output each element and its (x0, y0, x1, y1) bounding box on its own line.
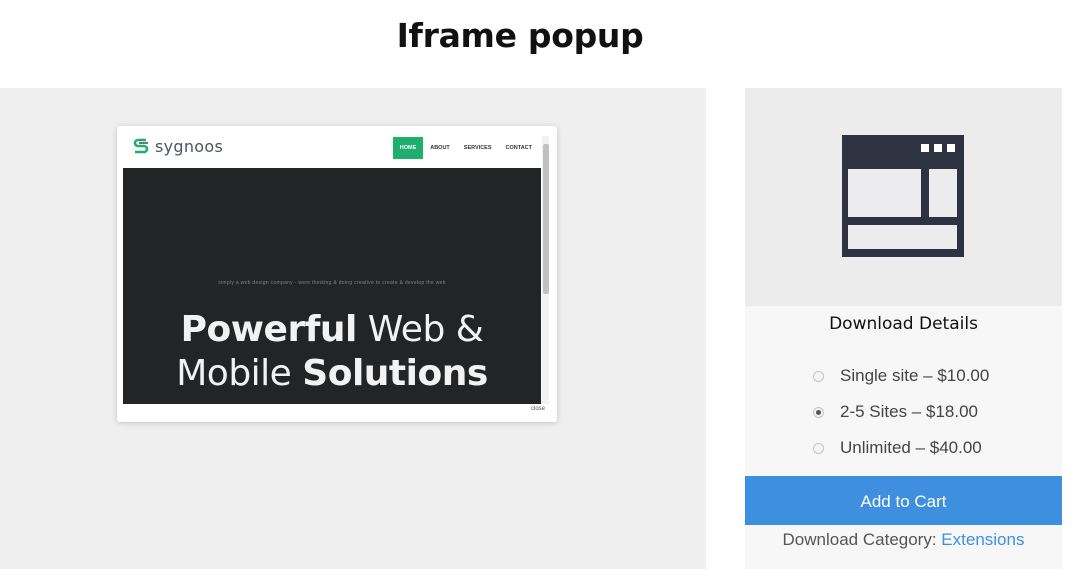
hero-bold-word-2: Solutions (302, 353, 488, 394)
price-options: Single site – $10.00 2-5 Sites – $18.00 … (813, 358, 989, 466)
browser-window-icon (842, 135, 964, 257)
sygnoos-logo-icon (133, 138, 149, 154)
hero-tagline: simply a web design company - were think… (218, 280, 446, 286)
nav-item-about[interactable]: ABOUT (423, 137, 457, 159)
site-logo[interactable]: sygnoos (131, 136, 223, 156)
download-category: Download Category: Extensions (745, 530, 1062, 550)
download-details-heading: Download Details (829, 314, 978, 334)
option-label: Single site – $10.00 (840, 366, 990, 385)
download-sidebar: Download Details Single site – $10.00 2-… (745, 88, 1062, 569)
price-option-unlimited[interactable]: Unlimited – $40.00 (813, 430, 989, 466)
hero-text-1: Web & (356, 309, 484, 350)
page-title: Iframe popup (396, 16, 644, 55)
price-option-single-site[interactable]: Single site – $10.00 (813, 358, 989, 394)
logo-text: sygnoos (155, 136, 224, 156)
scrollbar-thumb[interactable] (543, 144, 549, 294)
price-option-2-5-sites[interactable]: 2-5 Sites – $18.00 (813, 394, 989, 430)
close-link[interactable]: close (531, 406, 545, 412)
hero-heading-line-2: Mobile Solutions (123, 352, 541, 396)
option-label: 2-5 Sites – $18.00 (840, 402, 978, 421)
add-to-cart-button[interactable]: Add to Cart (745, 476, 1062, 525)
radio-unlimited[interactable] (813, 442, 824, 454)
hero-heading-line-1: Powerful Web & (123, 308, 541, 352)
site-nav: HOME ABOUT SERVICES CONTACT (392, 137, 539, 159)
hero-banner: simply a web design company - were think… (123, 168, 541, 404)
category-link-extensions[interactable]: Extensions (941, 530, 1024, 549)
nav-item-home[interactable]: HOME (392, 137, 424, 159)
option-label: Unlimited – $40.00 (840, 438, 982, 457)
nav-item-services[interactable]: SERVICES (457, 137, 499, 159)
popup-footer: close (123, 404, 549, 422)
download-category-label: Download Category: (782, 530, 942, 549)
nav-item-contact[interactable]: CONTACT (499, 137, 539, 159)
radio-single-site[interactable] (813, 370, 824, 382)
hero-text-2: Mobile (176, 353, 303, 394)
site-header: sygnoos HOME ABOUT SERVICES CONTACT (123, 126, 541, 168)
hero-bold-word-1: Powerful (180, 309, 358, 350)
preview-panel: sygnoos HOME ABOUT SERVICES CONTACT simp… (0, 88, 706, 569)
iframe-scrollbar[interactable] (542, 136, 549, 404)
iframe-popup[interactable]: sygnoos HOME ABOUT SERVICES CONTACT simp… (117, 126, 557, 422)
product-image (745, 88, 1062, 306)
radio-2-5-sites[interactable] (813, 406, 824, 418)
page: Iframe popup sygnoos HOME ABOUT SERVICES… (0, 0, 1075, 569)
